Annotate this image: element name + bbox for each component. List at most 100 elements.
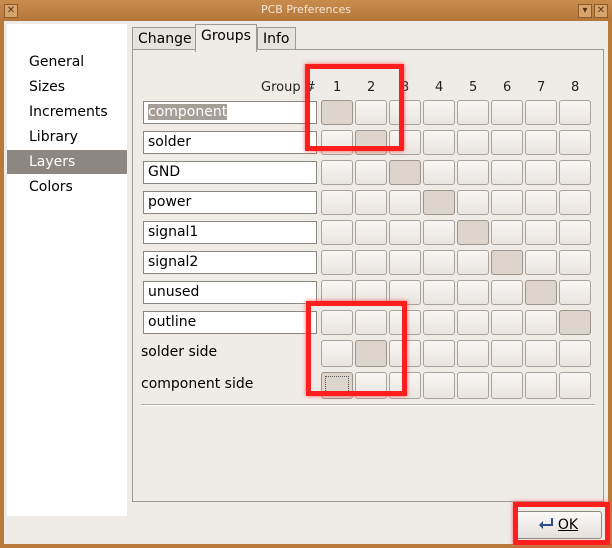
- group-toggle[interactable]: [321, 310, 353, 335]
- side-group-toggle[interactable]: [423, 372, 455, 399]
- group-toggle[interactable]: [457, 280, 489, 305]
- group-toggle[interactable]: [491, 130, 523, 155]
- sidebar-item-increments[interactable]: Increments: [7, 100, 127, 124]
- side-group-toggle[interactable]: [491, 372, 523, 399]
- side-group-toggle[interactable]: [525, 372, 557, 399]
- group-toggle[interactable]: [321, 100, 353, 125]
- group-toggle[interactable]: [423, 280, 455, 305]
- side-group-toggle[interactable]: [559, 340, 591, 367]
- group-toggle[interactable]: [525, 190, 557, 215]
- side-group-toggle[interactable]: [355, 340, 387, 367]
- group-toggle[interactable]: [355, 160, 387, 185]
- side-group-toggle[interactable]: [389, 372, 421, 399]
- group-toggle[interactable]: [389, 250, 421, 275]
- side-group-toggle[interactable]: [525, 340, 557, 367]
- side-group-toggle[interactable]: [355, 372, 387, 399]
- close-icon[interactable]: ✕: [594, 4, 608, 18]
- sidebar-item-colors[interactable]: Colors: [7, 175, 127, 199]
- group-toggle[interactable]: [457, 100, 489, 125]
- sidebar-item-general[interactable]: General: [7, 50, 127, 74]
- tab-change[interactable]: Change: [132, 27, 198, 51]
- group-toggle[interactable]: [389, 100, 421, 125]
- layer-name-field[interactable]: component: [143, 101, 317, 124]
- group-toggle[interactable]: [457, 250, 489, 275]
- group-toggle[interactable]: [559, 250, 591, 275]
- group-toggle[interactable]: [423, 250, 455, 275]
- group-toggle[interactable]: [525, 220, 557, 245]
- layer-name-field[interactable]: signal2: [143, 251, 317, 274]
- layer-name-field[interactable]: outline: [143, 311, 317, 334]
- group-toggle[interactable]: [559, 310, 591, 335]
- group-toggle[interactable]: [389, 220, 421, 245]
- group-toggle[interactable]: [355, 220, 387, 245]
- group-toggle[interactable]: [389, 190, 421, 215]
- group-toggle[interactable]: [423, 190, 455, 215]
- group-toggle[interactable]: [559, 190, 591, 215]
- side-group-toggle[interactable]: [457, 340, 489, 367]
- group-toggle[interactable]: [321, 130, 353, 155]
- group-toggle[interactable]: [423, 100, 455, 125]
- group-toggle[interactable]: [321, 250, 353, 275]
- group-toggle[interactable]: [525, 130, 557, 155]
- group-toggle[interactable]: [525, 250, 557, 275]
- layer-name-field[interactable]: power: [143, 191, 317, 214]
- layer-name-field[interactable]: GND: [143, 161, 317, 184]
- group-toggle[interactable]: [491, 310, 523, 335]
- group-toggle[interactable]: [389, 310, 421, 335]
- sidebar-item-sizes[interactable]: Sizes: [7, 75, 127, 99]
- group-toggle[interactable]: [389, 280, 421, 305]
- tab-info[interactable]: Info: [257, 27, 296, 51]
- group-toggle[interactable]: [321, 160, 353, 185]
- layer-name-field[interactable]: unused: [143, 281, 317, 304]
- group-toggle[interactable]: [559, 220, 591, 245]
- group-toggle[interactable]: [559, 130, 591, 155]
- side-group-toggle[interactable]: [389, 340, 421, 367]
- group-toggle[interactable]: [491, 100, 523, 125]
- group-toggle[interactable]: [355, 100, 387, 125]
- layer-name-field[interactable]: solder: [143, 131, 317, 154]
- side-group-toggle[interactable]: [559, 372, 591, 399]
- group-toggle[interactable]: [559, 160, 591, 185]
- sidebar-item-library[interactable]: Library: [7, 125, 127, 149]
- group-toggle[interactable]: [525, 310, 557, 335]
- group-toggle[interactable]: [355, 250, 387, 275]
- side-group-toggle[interactable]: [321, 372, 353, 399]
- tab-groups[interactable]: Groups: [195, 24, 257, 52]
- group-toggle[interactable]: [423, 310, 455, 335]
- group-toggle[interactable]: [355, 190, 387, 215]
- group-toggle[interactable]: [355, 280, 387, 305]
- group-toggle[interactable]: [457, 160, 489, 185]
- group-toggle[interactable]: [525, 160, 557, 185]
- group-toggle[interactable]: [457, 310, 489, 335]
- group-toggle[interactable]: [457, 190, 489, 215]
- group-toggle[interactable]: [491, 190, 523, 215]
- group-toggle[interactable]: [389, 130, 421, 155]
- side-group-toggle[interactable]: [491, 340, 523, 367]
- title-bar[interactable]: ✕ PCB Preferences ▾ ✕: [0, 0, 612, 21]
- group-toggle[interactable]: [355, 310, 387, 335]
- sidebar-item-layers[interactable]: Layers: [7, 150, 127, 174]
- group-toggle[interactable]: [491, 160, 523, 185]
- side-group-toggle[interactable]: [321, 340, 353, 367]
- group-toggle[interactable]: [457, 220, 489, 245]
- minimize-icon[interactable]: ▾: [578, 4, 592, 18]
- group-toggle[interactable]: [423, 130, 455, 155]
- group-toggle[interactable]: [423, 220, 455, 245]
- group-toggle[interactable]: [491, 250, 523, 275]
- group-toggle[interactable]: [321, 220, 353, 245]
- group-toggle[interactable]: [491, 220, 523, 245]
- group-toggle[interactable]: [389, 160, 421, 185]
- group-toggle[interactable]: [559, 280, 591, 305]
- side-group-toggle[interactable]: [423, 340, 455, 367]
- group-toggle[interactable]: [321, 190, 353, 215]
- group-toggle[interactable]: [355, 130, 387, 155]
- layer-name-field[interactable]: signal1: [143, 221, 317, 244]
- group-toggle[interactable]: [491, 280, 523, 305]
- group-toggle[interactable]: [423, 160, 455, 185]
- group-toggle[interactable]: [525, 100, 557, 125]
- group-toggle[interactable]: [457, 130, 489, 155]
- group-toggle[interactable]: [321, 280, 353, 305]
- ok-button[interactable]: OK: [514, 511, 602, 539]
- side-group-toggle[interactable]: [457, 372, 489, 399]
- group-toggle[interactable]: [525, 280, 557, 305]
